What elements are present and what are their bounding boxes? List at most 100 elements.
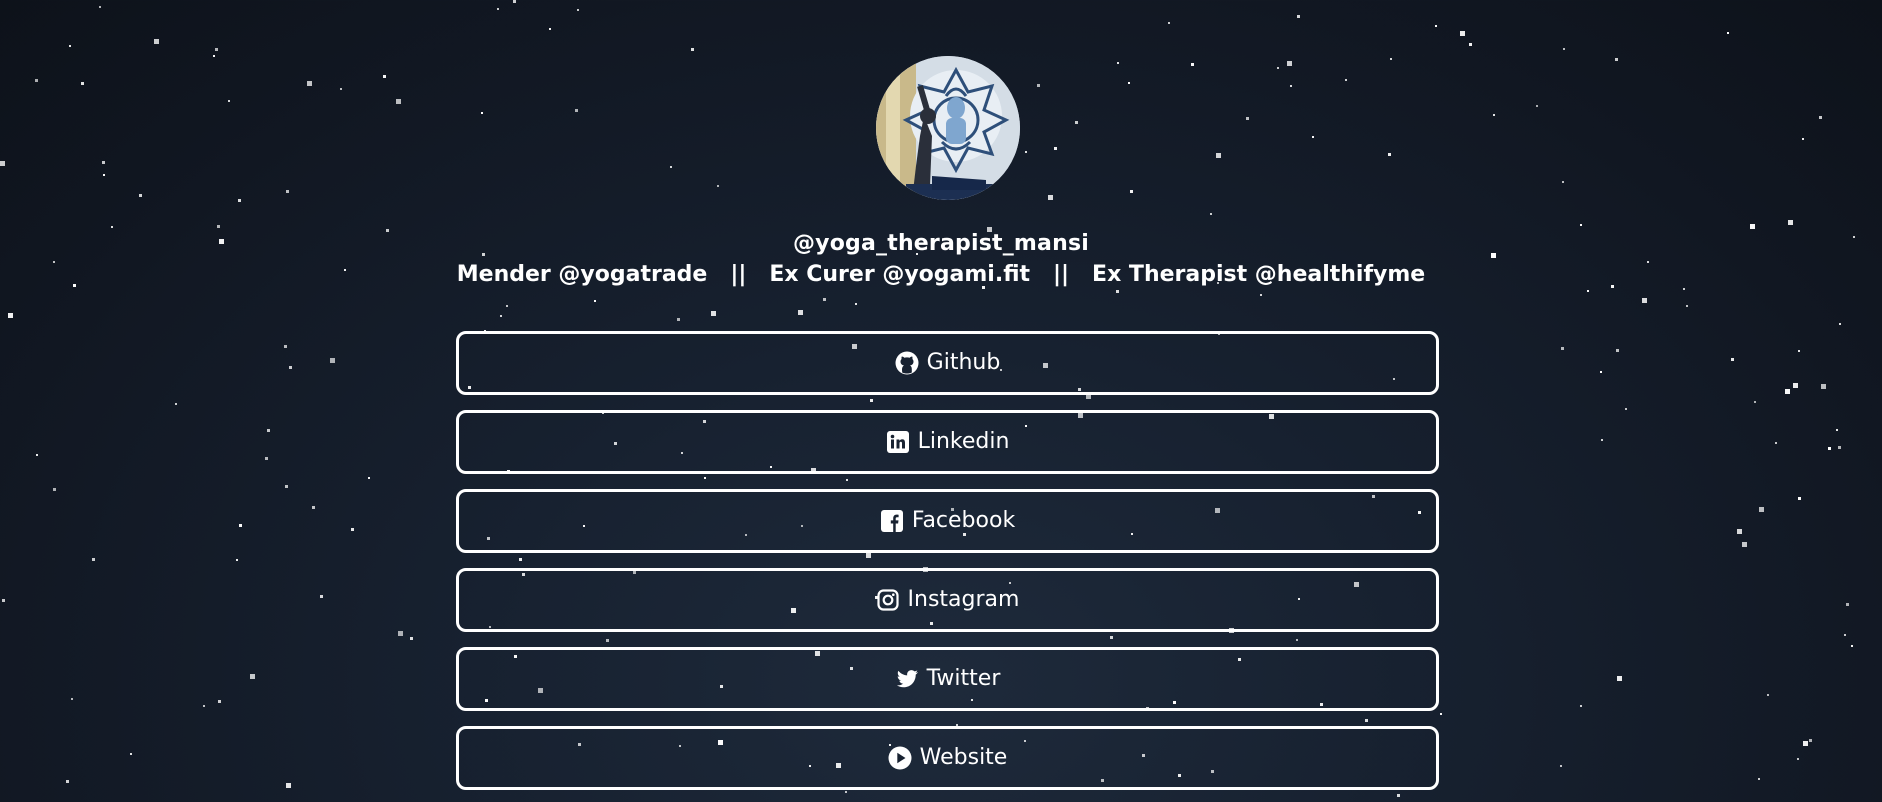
star <box>1290 85 1292 87</box>
twitter-icon <box>895 667 919 691</box>
star <box>1210 213 1212 215</box>
star <box>286 783 291 788</box>
star <box>1128 82 1130 84</box>
star <box>1686 305 1688 307</box>
star <box>677 318 680 321</box>
star <box>218 700 221 703</box>
github-link-button[interactable]: Github <box>456 331 1439 395</box>
star <box>1803 741 1808 746</box>
star <box>2 599 5 602</box>
website-link-button[interactable]: Website <box>456 726 1439 790</box>
website-link-label: Website <box>919 745 1008 770</box>
star <box>481 112 483 114</box>
star <box>670 166 672 168</box>
star <box>1130 190 1133 193</box>
star <box>823 298 826 301</box>
facebook-link-label: Facebook <box>911 508 1016 533</box>
github-link-label: Github <box>926 350 1001 375</box>
star <box>351 528 354 531</box>
star <box>1260 294 1262 296</box>
star <box>1075 121 1078 124</box>
instagram-link-button[interactable]: Instagram <box>456 568 1439 632</box>
star <box>1737 529 1742 534</box>
star <box>1758 778 1760 780</box>
star <box>69 45 71 47</box>
star <box>286 190 289 193</box>
instagram-icon <box>876 588 900 612</box>
star <box>103 174 105 176</box>
star <box>711 311 716 316</box>
star <box>506 305 508 307</box>
star <box>410 637 413 640</box>
star <box>1600 371 1602 373</box>
star <box>175 403 177 405</box>
profile-bio: Mender @yogatrade || Ex Curer @yogami.fi… <box>456 262 1426 287</box>
star <box>0 161 5 166</box>
star <box>1048 195 1053 200</box>
star <box>1797 758 1799 760</box>
star <box>1793 383 1798 388</box>
star <box>577 9 579 11</box>
star <box>330 358 335 363</box>
star <box>855 303 857 305</box>
star <box>1580 705 1582 707</box>
star <box>1851 645 1853 647</box>
star <box>1561 347 1564 350</box>
star <box>1277 67 1279 69</box>
linkedin-icon <box>886 430 910 454</box>
facebook-link-button[interactable]: Facebook <box>456 489 1439 553</box>
star <box>1775 442 1777 444</box>
facebook-icon <box>880 509 904 533</box>
star <box>1727 32 1729 34</box>
star <box>130 753 132 755</box>
star <box>1580 224 1582 226</box>
star <box>53 488 56 491</box>
star <box>92 558 95 561</box>
star <box>1750 224 1755 229</box>
star <box>1037 84 1040 87</box>
star <box>213 55 215 57</box>
star <box>289 366 292 369</box>
star <box>1625 408 1627 410</box>
star <box>154 39 159 44</box>
star <box>396 99 401 104</box>
star <box>238 199 241 202</box>
avatar-image <box>876 56 1020 200</box>
star <box>1435 25 1437 27</box>
star <box>1493 114 1495 116</box>
star <box>99 6 101 8</box>
star <box>111 226 113 228</box>
star <box>239 524 242 527</box>
star <box>1025 151 1027 153</box>
star <box>284 345 287 348</box>
star <box>1563 48 1565 50</box>
star <box>1440 713 1442 715</box>
star <box>691 48 694 51</box>
star <box>1615 58 1618 61</box>
star <box>549 28 551 30</box>
star <box>1345 79 1347 81</box>
star <box>1798 497 1801 500</box>
star <box>8 313 13 318</box>
star <box>1469 43 1472 46</box>
star <box>1788 220 1793 225</box>
twitter-link-button[interactable]: Twitter <box>456 647 1439 711</box>
link-list: Github Linkedin Facebook Instagram Twitt… <box>456 331 1439 802</box>
star <box>228 100 230 102</box>
star <box>307 81 312 86</box>
star <box>1798 350 1800 352</box>
star <box>1054 147 1057 150</box>
star <box>66 780 69 783</box>
star <box>1836 429 1838 431</box>
star <box>1216 153 1221 158</box>
star <box>36 454 38 456</box>
star <box>203 705 205 707</box>
star <box>717 185 719 187</box>
star <box>35 79 38 82</box>
star <box>1731 358 1734 361</box>
linkedin-link-label: Linkedin <box>917 429 1010 454</box>
star <box>497 8 499 10</box>
linkedin-link-button[interactable]: Linkedin <box>456 410 1439 474</box>
star <box>1742 542 1747 547</box>
star <box>312 506 315 509</box>
